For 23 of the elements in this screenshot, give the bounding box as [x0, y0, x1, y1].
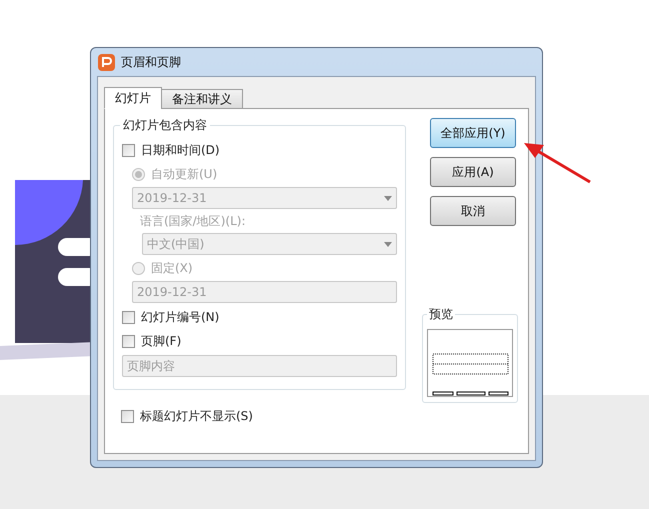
dialog-button[interactable]: 应用(A): [430, 157, 516, 187]
dialog-button[interactable]: 全部应用(Y): [430, 118, 516, 148]
caret-icon: [384, 242, 392, 246]
checkbox-label: 日期和时间(D): [141, 142, 220, 159]
dialog-button[interactable]: 取消: [430, 196, 516, 226]
checkbox[interactable]: [122, 144, 135, 156]
caret-icon: [384, 196, 392, 200]
checkbox-label: 幻灯片编号(N): [141, 309, 220, 326]
radio-label: 自动更新(U): [151, 166, 218, 183]
checkbox-label: 标题幻灯片不显示(S): [140, 408, 253, 425]
tab[interactable]: 备注和讲义: [161, 89, 243, 109]
checkbox[interactable]: [121, 410, 134, 422]
checkbox[interactable]: [122, 310, 135, 324]
checkbox-label: 页脚(F): [141, 333, 182, 350]
radio-label: 固定(X): [151, 260, 193, 277]
app-logo-icon: [98, 54, 115, 70]
window-title: 页眉和页脚: [121, 54, 181, 71]
group-title: 幻灯片包含内容: [120, 117, 210, 133]
tab[interactable]: 幻灯片: [104, 87, 162, 109]
language-label: 语言(国家/地区)(L):: [139, 213, 246, 230]
checkbox[interactable]: [122, 334, 135, 348]
preview-title: 预览: [427, 306, 455, 322]
text-field[interactable]: 页脚内容: [122, 355, 397, 377]
